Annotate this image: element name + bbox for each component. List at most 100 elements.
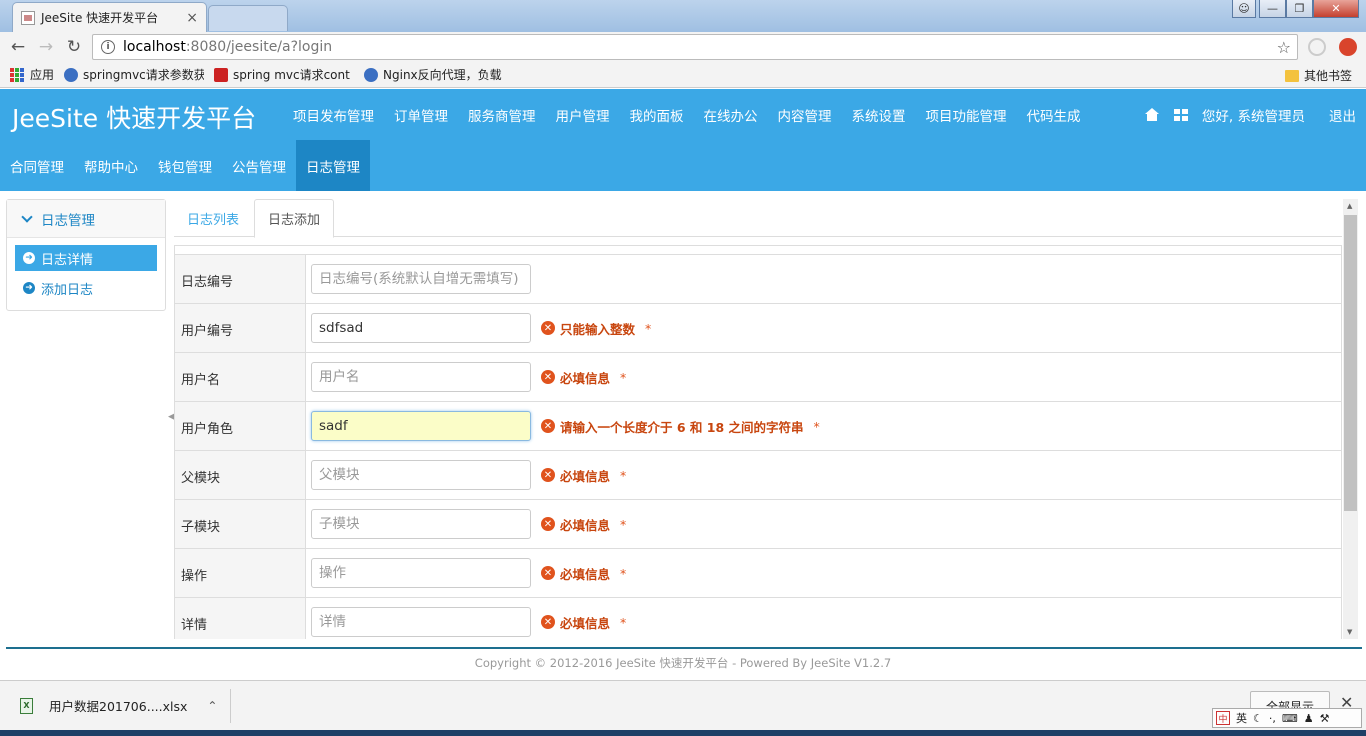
tab-log-add[interactable]: 日志添加 — [254, 199, 335, 238]
tab-log-list[interactable]: 日志列表 — [174, 199, 252, 237]
window-close-icon[interactable]: ✕ — [1313, 0, 1359, 18]
content-scrollbar[interactable]: ▲ ▼ — [1343, 199, 1358, 639]
operation-input[interactable] — [311, 558, 531, 588]
bookmark-apps[interactable]: 应用 — [10, 66, 54, 83]
bookmark-springmvc-controller[interactable]: spring mvc请求cont — [214, 66, 354, 83]
chevron-up-icon[interactable]: ⌃ — [207, 699, 217, 713]
main-nav: 项目发布管理 订单管理 服务商管理 用户管理 我的面板 在线办公 内容管理 系统… — [283, 89, 1091, 140]
sub-nav-item[interactable]: 帮助中心 — [74, 140, 148, 191]
required-mark: * — [620, 516, 627, 532]
chevron-down-icon — [21, 210, 33, 223]
ime-language[interactable]: 英 — [1236, 710, 1247, 726]
main-nav-item[interactable]: 代码生成 — [1017, 105, 1091, 125]
detail-input[interactable] — [311, 607, 531, 637]
sidebar-item-log-detail[interactable]: ➜ 日志详情 — [15, 245, 157, 271]
bookmark-springmvc-params[interactable]: springmvc请求参数获 — [64, 66, 204, 83]
main-nav-item[interactable]: 我的面板 — [620, 105, 694, 125]
user-role-input[interactable] — [311, 411, 531, 441]
main-nav-item[interactable]: 服务商管理 — [458, 105, 546, 125]
validation-error: ✕ 只能输入整数 * — [541, 319, 651, 338]
scroll-down-icon[interactable]: ▼ — [1347, 628, 1352, 636]
layout-grid-icon[interactable] — [1173, 108, 1188, 121]
form-row-log-id: 日志编号 — [175, 255, 1341, 304]
sidebar-item-label: 日志详情 — [41, 252, 94, 268]
reload-icon[interactable]: ↻ — [60, 37, 88, 57]
error-message: 必填信息 — [560, 566, 611, 582]
ime-toolbar[interactable]: 中 英 ☾ ·, ⌨ ♟ ⚒ — [1212, 708, 1362, 728]
log-id-input[interactable] — [311, 264, 531, 294]
form-row-sub-module: 子模块 ✕ 必填信息 * — [175, 500, 1341, 549]
main-nav-item[interactable]: 系统设置 — [842, 105, 916, 125]
sub-nav-item-active[interactable]: 日志管理 — [296, 140, 370, 191]
punctuation-icon[interactable]: ·, — [1269, 712, 1276, 725]
extension-icon[interactable] — [1308, 38, 1326, 56]
info-icon[interactable]: i — [101, 40, 115, 54]
address-bar[interactable]: i localhost :8080/jeesite/a?login ☆ — [92, 34, 1298, 60]
browser-tab-title: JeeSite 快速开发平台 — [41, 11, 159, 25]
browser-tab-active[interactable]: JeeSite 快速开发平台 × — [12, 2, 207, 32]
validation-error: ✕ 必填信息 * — [541, 564, 626, 583]
other-bookmarks-label: 其他书签 — [1303, 69, 1352, 83]
main-nav-item[interactable]: 项目功能管理 — [916, 105, 1017, 125]
bookmark-label: Nginx反向代理，负载 — [383, 68, 502, 82]
minimize-icon[interactable]: — — [1259, 0, 1286, 18]
main-nav-item[interactable]: 在线办公 — [694, 105, 768, 125]
wrench-icon[interactable]: ⚒ — [1320, 712, 1330, 725]
sub-nav-item[interactable]: 合同管理 — [0, 140, 74, 191]
app-header: JeeSite 快速开发平台 项目发布管理 订单管理 服务商管理 用户管理 我的… — [0, 89, 1366, 191]
field-label: 操作 — [175, 549, 306, 597]
bookmark-label: 应用 — [30, 68, 55, 82]
circle-arrow-right-icon: ➜ — [23, 252, 35, 264]
field-label: 子模块 — [175, 500, 306, 548]
download-item[interactable]: X 用户数据201706....xlsx ⌃ — [20, 696, 217, 715]
excel-file-icon: X — [20, 697, 33, 714]
restore-icon[interactable]: ❐ — [1286, 0, 1313, 18]
logout-link[interactable]: 退出 — [1329, 105, 1356, 125]
browser-tab-inactive[interactable] — [208, 5, 288, 31]
main-nav-item[interactable]: 内容管理 — [768, 105, 842, 125]
download-file-name: 用户数据201706....xlsx — [49, 699, 188, 714]
user-id-input[interactable] — [311, 313, 531, 343]
back-icon[interactable]: ← — [4, 37, 32, 57]
bookmark-label: spring mvc请求cont — [233, 68, 350, 82]
home-icon[interactable] — [1144, 107, 1160, 122]
error-message: 必填信息 — [560, 517, 611, 533]
main-nav-item[interactable]: 用户管理 — [546, 105, 620, 125]
csdn-icon — [214, 67, 229, 82]
circle-arrow-right-icon: ➜ — [23, 282, 35, 294]
bookmark-star-icon[interactable]: ☆ — [1277, 38, 1291, 57]
ime-logo-icon: 中 — [1216, 711, 1230, 725]
sidebar-item-add-log[interactable]: ➜ 添加日志 — [15, 275, 157, 301]
brand-title[interactable]: JeeSite 快速开发平台 — [12, 99, 256, 135]
forward-icon[interactable]: → — [32, 37, 60, 57]
sub-module-input[interactable] — [311, 509, 531, 539]
sidebar-header[interactable]: 日志管理 — [7, 200, 165, 238]
error-x-icon: ✕ — [541, 517, 555, 531]
folder-icon — [1284, 69, 1299, 82]
field-label: 详情 — [175, 598, 306, 639]
keyboard-icon[interactable]: ⌨ — [1282, 712, 1298, 725]
update-icon[interactable] — [1339, 38, 1357, 56]
scrollbar-thumb[interactable] — [1344, 215, 1357, 511]
person-icon[interactable]: ♟ — [1304, 712, 1314, 725]
moon-icon[interactable]: ☾ — [1253, 712, 1263, 725]
sidebar-title: 日志管理 — [41, 212, 95, 229]
sub-nav-item[interactable]: 公告管理 — [222, 140, 296, 191]
validation-error: ✕ 必填信息 * — [541, 466, 626, 485]
main-nav-item[interactable]: 订单管理 — [384, 105, 458, 125]
parent-module-input[interactable] — [311, 460, 531, 490]
left-sidebar: 日志管理 ➜ 日志详情 ➜ 添加日志 — [6, 199, 166, 311]
content-tabs: 日志列表 日志添加 — [174, 199, 1342, 238]
browser-toolbar: ← → ↻ i localhost :8080/jeesite/a?login … — [0, 32, 1366, 62]
form-row-operation: 操作 ✕ 必填信息 * — [175, 549, 1341, 598]
user-greeting[interactable]: 您好, 系统管理员 — [1202, 105, 1305, 125]
other-bookmarks[interactable]: 其他书签 — [1284, 67, 1352, 84]
tab-close-icon[interactable]: × — [186, 10, 198, 26]
user-name-input[interactable] — [311, 362, 531, 392]
sub-nav-item[interactable]: 钱包管理 — [148, 140, 222, 191]
user-icon[interactable]: ☺ — [1232, 0, 1256, 18]
main-nav-item[interactable]: 项目发布管理 — [283, 105, 384, 125]
scroll-up-icon[interactable]: ▲ — [1347, 202, 1352, 210]
bookmark-nginx[interactable]: Nginx反向代理，负载 — [364, 66, 504, 83]
error-x-icon: ✕ — [541, 566, 555, 580]
